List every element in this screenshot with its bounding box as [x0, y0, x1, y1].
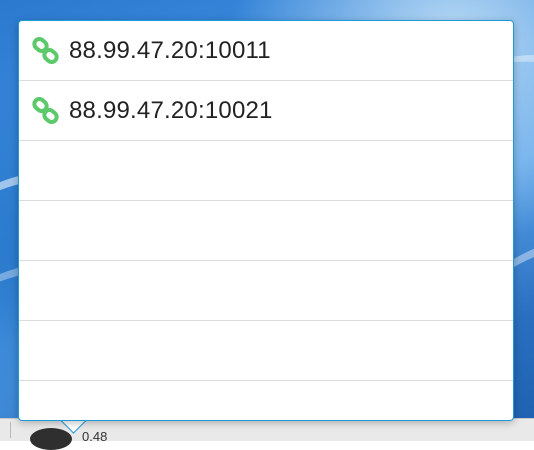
connection-row[interactable]: 88.99.47.20:10011 — [19, 21, 513, 81]
connection-address: 88.99.47.20:10021 — [69, 96, 273, 124]
taskbar-text: 0.48 — [82, 429, 108, 441]
connections-popover: 88.99.47.20:10011 88.99.47.20:10021 — [18, 20, 514, 421]
taskbar-divider — [10, 422, 11, 438]
empty-row — [19, 201, 513, 261]
empty-row — [19, 261, 513, 321]
taskbar-app-icon[interactable] — [30, 428, 72, 450]
connection-row[interactable]: 88.99.47.20:10021 — [19, 81, 513, 141]
link-icon — [31, 36, 61, 66]
connection-address: 88.99.47.20:10011 — [69, 36, 271, 64]
empty-row — [19, 141, 513, 201]
empty-row — [19, 321, 513, 381]
link-icon — [31, 96, 61, 126]
